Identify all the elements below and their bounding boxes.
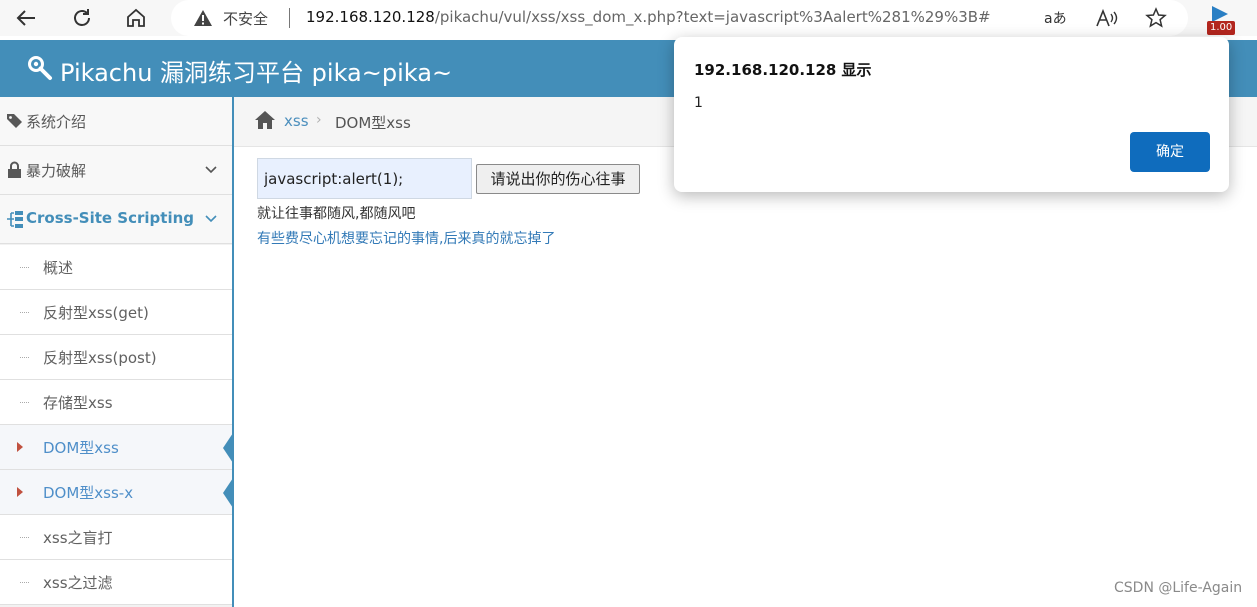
result-message: 就让往事都随风,都随风吧 bbox=[257, 206, 416, 222]
submenu-item-overview[interactable]: 概述 bbox=[0, 245, 232, 290]
chevron-down-icon bbox=[205, 166, 217, 174]
favorite-button[interactable] bbox=[1143, 5, 1169, 31]
sidebar-item-label: Cross-Site Scripting bbox=[26, 209, 195, 227]
submenu-dash bbox=[20, 582, 29, 583]
extension-button[interactable]: 1.00 bbox=[1203, 4, 1239, 36]
security-label[interactable]: 不安全 bbox=[223, 8, 268, 29]
translate-button[interactable]: aあ bbox=[1043, 5, 1069, 31]
submenu-item-label: 存储型xss bbox=[43, 394, 113, 412]
sidebar-item-xss[interactable]: Cross-Site Scripting bbox=[0, 195, 232, 244]
url-text[interactable]: 192.168.120.128/pikachu/vul/xss/xss_dom_… bbox=[306, 8, 991, 26]
submenu-item-reflected-post[interactable]: 反射型xss(post) bbox=[0, 335, 232, 380]
breadcrumb-link-xss[interactable]: xss bbox=[284, 112, 309, 130]
extension-badge: 1.00 bbox=[1207, 21, 1236, 35]
submenu-item-label: xss之盲打 bbox=[43, 529, 113, 547]
sidebar: 系统介绍 暴力破解 Cross-Site Scripting 概述 反射型xss… bbox=[0, 97, 234, 607]
submenu-item-label: DOM型xss bbox=[43, 439, 119, 457]
translate-icon: aあ bbox=[1044, 11, 1067, 27]
submenu-item-label: 反射型xss(get) bbox=[43, 304, 149, 322]
sidebar-item-bruteforce[interactable]: 暴力破解 bbox=[0, 146, 232, 195]
sidebar-item-intro[interactable]: 系统介绍 bbox=[0, 97, 232, 146]
submenu-dash bbox=[20, 537, 29, 538]
address-bar[interactable]: 不安全 192.168.120.128/pikachu/vul/xss/xss_… bbox=[171, 0, 1188, 36]
submenu-dash bbox=[20, 402, 29, 403]
active-indicator bbox=[223, 478, 233, 508]
url-divider bbox=[289, 8, 290, 28]
sidebar-item-label: 系统介绍 bbox=[26, 113, 87, 131]
svg-text:aあ: aあ bbox=[1044, 11, 1067, 27]
submenu-item-filter[interactable]: xss之过滤 bbox=[0, 560, 232, 605]
submit-button[interactable]: 请说出你的伤心往事 bbox=[476, 164, 640, 194]
submenu-item-dom-x[interactable]: DOM型xss-x bbox=[0, 470, 233, 515]
submenu-item-label: 反射型xss(post) bbox=[43, 349, 157, 367]
reload-button[interactable] bbox=[68, 4, 96, 32]
xss-text-input[interactable] bbox=[257, 158, 472, 199]
submenu-dash bbox=[20, 267, 29, 268]
refresh-icon bbox=[74, 9, 90, 26]
submenu-item-blind[interactable]: xss之盲打 bbox=[0, 515, 232, 560]
submenu-item-label: DOM型xss-x bbox=[43, 484, 134, 502]
submenu-item-stored[interactable]: 存储型xss bbox=[0, 380, 232, 425]
watermark: CSDN @Life-Again bbox=[1114, 580, 1243, 596]
submenu-dash bbox=[20, 357, 29, 358]
url-host: 192.168.120.128 bbox=[306, 8, 435, 26]
submenu-item-label: 概述 bbox=[43, 259, 74, 277]
read-aloud-icon bbox=[1096, 8, 1118, 27]
home-icon[interactable] bbox=[254, 110, 276, 130]
breadcrumb-separator: › bbox=[316, 112, 322, 128]
url-path: /pikachu/vul/xss/xss_dom_x.php?text=java… bbox=[434, 8, 991, 26]
caret-right-icon bbox=[17, 442, 23, 452]
result-link[interactable]: 有些费尽心机想要忘记的事情,后来真的就忘掉了 bbox=[257, 228, 555, 248]
breadcrumb-current: DOM型xss bbox=[335, 114, 411, 132]
sidebar-item-label: 暴力破解 bbox=[26, 162, 87, 180]
caret-right-icon bbox=[17, 487, 23, 497]
lock-icon bbox=[8, 161, 21, 178]
dialog-ok-button[interactable]: 确定 bbox=[1130, 132, 1210, 172]
home-outline-icon bbox=[127, 8, 145, 27]
tags-icon bbox=[7, 114, 22, 128]
back-button[interactable] bbox=[12, 4, 40, 32]
alert-dialog: 192.168.120.128 显示 1 确定 bbox=[674, 37, 1229, 192]
read-aloud-button[interactable] bbox=[1094, 5, 1120, 31]
arrow-left-icon bbox=[16, 10, 35, 26]
site-title[interactable]: Pikachu 漏洞练习平台 pika~pika~ bbox=[60, 53, 452, 88]
chevron-down-icon bbox=[205, 215, 217, 223]
submenu-item-reflected-get[interactable]: 反射型xss(get) bbox=[0, 290, 232, 335]
submenu-item-dom[interactable]: DOM型xss bbox=[0, 425, 233, 470]
active-indicator bbox=[223, 433, 233, 463]
wrench-icon bbox=[28, 56, 52, 80]
star-outline-icon bbox=[1145, 7, 1167, 28]
sitemap-icon bbox=[7, 211, 23, 228]
dialog-message: 1 bbox=[694, 95, 703, 111]
submenu-item-label: xss之过滤 bbox=[43, 574, 113, 592]
browser-toolbar: 不安全 192.168.120.128/pikachu/vul/xss/xss_… bbox=[0, 0, 1257, 36]
submenu-dash bbox=[20, 312, 29, 313]
home-button[interactable] bbox=[122, 4, 150, 32]
warning-icon[interactable] bbox=[193, 9, 213, 27]
dialog-title: 192.168.120.128 显示 bbox=[694, 61, 872, 79]
